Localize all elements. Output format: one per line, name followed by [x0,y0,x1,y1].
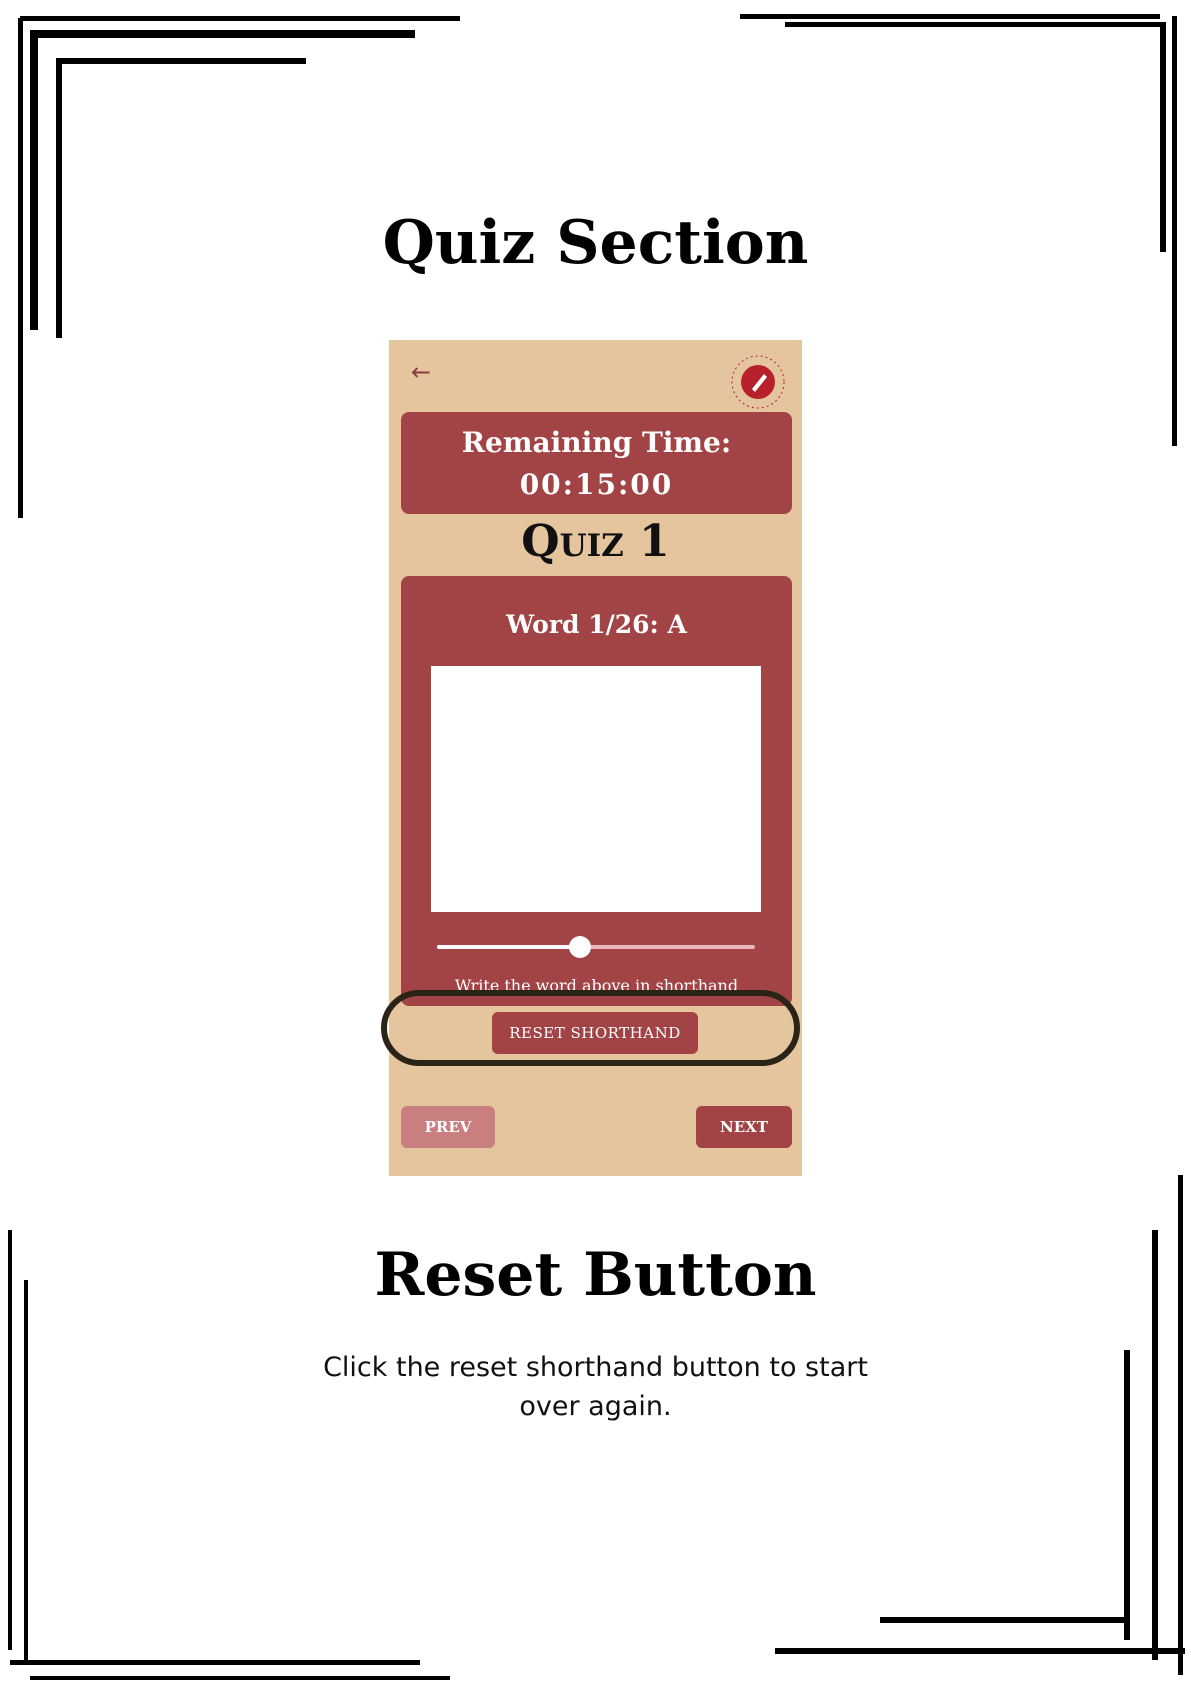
highlight-ring [381,990,800,1066]
word-panel: Word 1/26: A Write the word above in sho… [401,576,792,1006]
word-label: Word 1/26: A [506,610,687,639]
next-button[interactable]: NEXT [696,1106,792,1148]
stroke-slider-thumb[interactable] [569,936,592,958]
timer-label: Remaining Time: [461,426,732,459]
shorthand-canvas[interactable] [431,666,761,912]
stenofied-logo [731,355,785,409]
stroke-slider-track[interactable] [437,945,755,949]
arrow-left-icon: ← [410,358,432,386]
timer-value: 00:15:00 [519,468,674,501]
section-heading: Reset Button [374,1240,817,1310]
stroke-slider-fill [437,945,581,949]
timer-card: Remaining Time: 00:15:00 [401,412,792,514]
page-title: Quiz Section [382,208,809,278]
caption-text: Click the reset shorthand button to star… [323,1352,868,1422]
prev-button[interactable]: PREV [401,1106,495,1148]
back-button[interactable]: ← [407,358,435,386]
quiz-title: Quiz 1 [521,516,670,567]
